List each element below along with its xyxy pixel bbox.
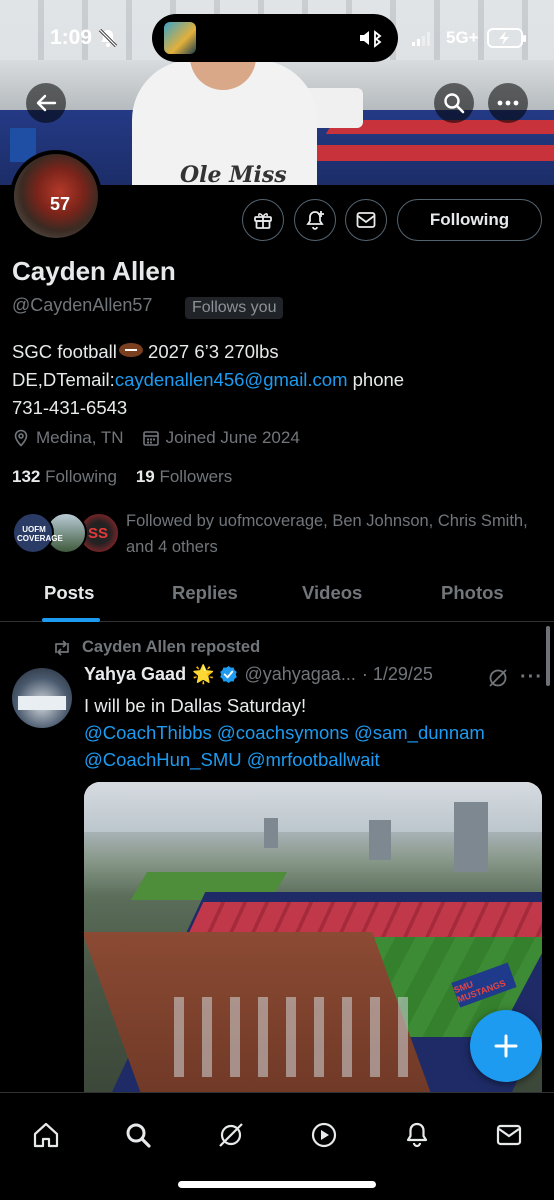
bell-plus-icon xyxy=(306,211,324,230)
avatar-text: UOFM COVERAGE xyxy=(17,525,63,543)
more-icon xyxy=(497,100,519,106)
banner-shirt-logo: Ole Miss xyxy=(180,162,287,185)
post-author-handle: @yahyagaa... xyxy=(244,664,356,684)
image-building xyxy=(454,802,488,872)
message-button[interactable] xyxy=(345,199,387,241)
bio-text: phone xyxy=(347,369,405,390)
tab-videos[interactable]: Videos xyxy=(302,582,362,604)
tab-photos[interactable]: Photos xyxy=(441,582,504,604)
search-button[interactable] xyxy=(434,83,474,123)
post-mentions[interactable]: @CoachThibbs @coachsymons @sam_dunnam xyxy=(84,719,542,746)
location-text: Medina, TN xyxy=(36,428,124,447)
profile-avatar[interactable]: 57 xyxy=(10,150,102,242)
nav-search[interactable] xyxy=(114,1115,162,1155)
home-icon xyxy=(33,1122,59,1148)
nav-notifications[interactable] xyxy=(393,1115,441,1155)
post-author-name[interactable]: Yahya Gaad xyxy=(84,664,186,685)
grok-icon xyxy=(219,1123,243,1147)
nav-home[interactable] xyxy=(22,1115,70,1155)
followed-by[interactable]: SS UOFM COVERAGE Followed by uofmcoverag… xyxy=(12,508,552,558)
network-type: 5G+ xyxy=(446,28,479,47)
now-playing-artwork xyxy=(164,22,196,54)
mail-icon xyxy=(496,1124,522,1146)
football-icon xyxy=(118,343,143,357)
followers-count-link[interactable]: 19 Followers xyxy=(136,467,232,486)
nav-messages[interactable] xyxy=(485,1115,533,1155)
status-bar: 1:09 5G+ xyxy=(0,0,554,74)
post-text: I will be in Dallas Saturday! xyxy=(84,695,307,716)
image-building xyxy=(369,820,391,860)
active-tab-indicator xyxy=(42,618,100,622)
plus-icon xyxy=(494,1034,518,1058)
profile-bio: SGC football 2027 6’3 270lbs DE,DTemail:… xyxy=(12,338,542,422)
search-icon xyxy=(444,93,465,114)
following-count-link[interactable]: 132 Following xyxy=(12,467,117,486)
follows-you-badge: Follows you xyxy=(185,297,284,319)
grok-icon[interactable] xyxy=(487,667,509,689)
calendar-icon xyxy=(142,431,159,446)
scrollbar[interactable] xyxy=(546,626,550,686)
bio-text: SGC football xyxy=(12,341,117,362)
charging-bolt-icon xyxy=(499,31,509,45)
follow-counts: 132 Following 19 Followers xyxy=(12,467,232,487)
profile-location: Medina, TN xyxy=(12,428,124,448)
signal-icon xyxy=(412,32,430,46)
post-body: I will be in Dallas Saturday! @CoachThib… xyxy=(84,692,542,773)
author-badge-emoji: 🌟 xyxy=(192,664,215,684)
following-button[interactable]: Following xyxy=(397,199,542,241)
tab-replies[interactable]: Replies xyxy=(172,582,238,604)
followed-by-avatar: UOFM COVERAGE xyxy=(12,512,63,554)
mail-icon xyxy=(356,212,376,228)
notify-button[interactable] xyxy=(294,199,336,241)
post-author-avatar[interactable] xyxy=(12,668,72,728)
followers-label: Followers xyxy=(154,467,233,486)
repost-label: Cayden Allen reposted xyxy=(82,638,261,656)
bluetooth-volume-icon xyxy=(360,30,382,48)
more-button[interactable] xyxy=(488,83,528,123)
profile-joined: Joined June 2024 xyxy=(142,428,300,448)
joined-text: Joined June 2024 xyxy=(165,428,300,447)
bell-off-icon xyxy=(98,28,118,48)
bio-email-link[interactable]: caydenallen456@gmail.com xyxy=(115,369,348,390)
repost-indicator: Cayden Allen reposted xyxy=(52,638,260,657)
gift-button[interactable] xyxy=(242,199,284,241)
post-more-button[interactable]: ··· xyxy=(520,666,543,689)
banner-stripe xyxy=(295,145,554,161)
nav-grok[interactable] xyxy=(207,1115,255,1155)
verified-badge-icon xyxy=(220,665,238,684)
home-indicator[interactable] xyxy=(178,1181,376,1188)
following-label: Following xyxy=(40,467,117,486)
post-date: · 1/29/25 xyxy=(361,664,433,684)
dynamic-island[interactable] xyxy=(152,14,398,62)
bio-text: DE,DTemail: xyxy=(12,369,115,390)
image-windows xyxy=(174,997,414,1077)
profile-handle: @CaydenAllen57 xyxy=(12,295,153,315)
post-header: Yahya Gaad 🌟 @yahyagaa... · 1/29/25 xyxy=(84,664,433,685)
followers-count: 19 xyxy=(135,467,155,486)
back-button[interactable] xyxy=(26,83,66,123)
tab-posts[interactable]: Posts xyxy=(44,582,94,604)
avatar-text: SS xyxy=(88,525,109,542)
play-circle-icon xyxy=(311,1122,337,1148)
followed-by-text: Followed by uofmcoverage, Ben Johnson, C… xyxy=(126,512,528,556)
bio-phone: 731-431-6543 xyxy=(12,397,128,418)
status-time: 1:09 xyxy=(50,26,93,49)
avatar-jersey-number: 57 xyxy=(50,194,71,214)
location-pin-icon xyxy=(14,429,28,447)
bell-icon xyxy=(406,1122,428,1148)
bio-text: 2027 6’3 270lbs xyxy=(142,341,279,362)
compose-button[interactable] xyxy=(470,1010,542,1082)
battery-icon xyxy=(487,28,526,48)
following-count: 132 xyxy=(12,467,41,486)
post-mentions[interactable]: @CoachHun_SMU @mrfootballwait xyxy=(84,746,542,773)
repost-icon xyxy=(55,639,69,656)
gift-icon xyxy=(254,213,272,229)
search-icon xyxy=(126,1123,151,1148)
profile-meta: Medina, TN Joined June 2024 xyxy=(12,428,318,448)
image-building xyxy=(264,818,278,848)
nav-video[interactable] xyxy=(300,1115,348,1155)
arrow-left-icon xyxy=(36,94,57,112)
profile-display-name: Cayden Allen xyxy=(12,256,176,286)
profile-tabs: Posts Replies Videos Photos xyxy=(0,570,554,622)
